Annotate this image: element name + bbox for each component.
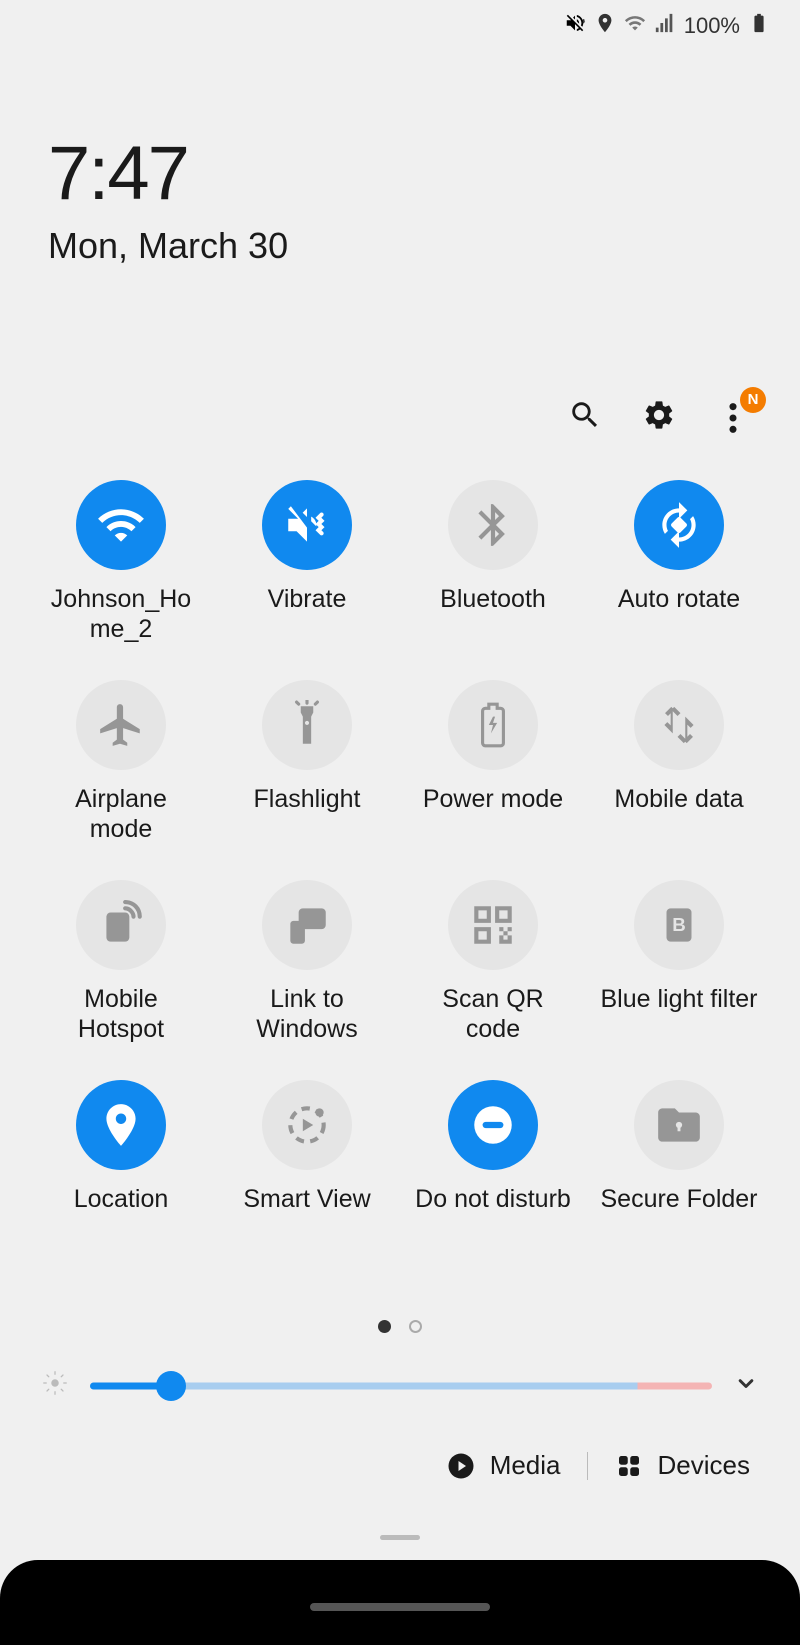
gear-icon[interactable] — [642, 398, 676, 437]
tile-bluetooth[interactable]: Bluetooth — [404, 480, 582, 644]
tile-airplane[interactable]: Airplane mode — [32, 680, 210, 844]
media-button[interactable]: Media — [446, 1450, 561, 1481]
time-date-block: 7:47 Mon, March 30 — [48, 130, 288, 267]
flashlight-icon — [262, 680, 352, 770]
location-icon — [76, 1080, 166, 1170]
wifi-icon — [76, 480, 166, 570]
brightness-icon — [40, 1368, 70, 1403]
tile-label: Auto rotate — [618, 584, 740, 614]
location-icon — [594, 12, 616, 40]
clock-time: 7:47 — [48, 130, 288, 217]
tile-label: Flashlight — [254, 784, 361, 814]
tile-vibrate[interactable]: Vibrate — [218, 480, 396, 644]
svg-text:B: B — [672, 914, 686, 935]
tile-scan-qr[interactable]: Scan QR code — [404, 880, 582, 1044]
search-icon[interactable] — [568, 398, 602, 437]
bluetooth-icon — [448, 480, 538, 570]
tile-wifi[interactable]: Johnson_Home_2 — [32, 480, 210, 644]
link-icon — [262, 880, 352, 970]
rotate-icon — [634, 480, 724, 570]
power-icon — [448, 680, 538, 770]
tile-secure-folder[interactable]: Secure Folder — [590, 1080, 768, 1214]
tile-auto-rotate[interactable]: Auto rotate — [590, 480, 768, 644]
vibrate-icon — [262, 480, 352, 570]
media-label: Media — [490, 1450, 561, 1481]
tile-label: Vibrate — [268, 584, 347, 614]
more-button[interactable]: N — [716, 401, 750, 435]
data-icon — [634, 680, 724, 770]
hotspot-icon — [76, 880, 166, 970]
devices-button[interactable]: Devices — [614, 1450, 750, 1481]
tile-smart-view[interactable]: Smart View — [218, 1080, 396, 1214]
bottom-controls: Media Devices — [0, 1450, 800, 1481]
dnd-icon — [448, 1080, 538, 1170]
divider — [587, 1452, 588, 1480]
tile-label: Do not disturb — [415, 1184, 571, 1214]
action-icons-row: N — [568, 398, 750, 437]
quick-settings-grid: Johnson_Home_2 Vibrate Bluetooth Auto ro… — [0, 480, 800, 1214]
tile-flashlight[interactable]: Flashlight — [218, 680, 396, 844]
battery-icon — [748, 12, 770, 40]
tile-dnd[interactable]: Do not disturb — [404, 1080, 582, 1214]
airplane-icon — [76, 680, 166, 770]
tile-mobile-data[interactable]: Mobile data — [590, 680, 768, 844]
tile-label: Scan QR code — [413, 984, 573, 1044]
nav-pill[interactable] — [310, 1603, 490, 1611]
bluelight-icon: B — [634, 880, 724, 970]
battery-percent: 100% — [684, 13, 740, 39]
qr-icon — [448, 880, 538, 970]
devices-icon — [614, 1451, 644, 1481]
wifi-icon — [624, 12, 646, 40]
page-indicator — [378, 1320, 422, 1333]
tile-label: Airplane mode — [41, 784, 201, 844]
tile-link-windows[interactable]: Link to Windows — [218, 880, 396, 1044]
tile-label: Mobile data — [614, 784, 743, 814]
tile-label: Smart View — [243, 1184, 370, 1214]
notification-badge: N — [740, 387, 766, 413]
tile-label: Bluetooth — [440, 584, 546, 614]
pager-dot-active — [378, 1320, 391, 1333]
chevron-down-icon[interactable] — [732, 1369, 760, 1402]
play-icon — [446, 1451, 476, 1481]
secure-icon — [634, 1080, 724, 1170]
tile-label: Location — [74, 1184, 169, 1214]
smartview-icon — [262, 1080, 352, 1170]
tile-label: Blue light filter — [600, 984, 757, 1014]
tile-label: Johnson_Home_2 — [41, 584, 201, 644]
tile-label: Power mode — [423, 784, 563, 814]
tile-power-mode[interactable]: Power mode — [404, 680, 582, 844]
clock-date: Mon, March 30 — [48, 225, 288, 267]
signal-icon — [654, 12, 676, 40]
pager-dot-inactive[interactable] — [409, 1320, 422, 1333]
brightness-slider[interactable] — [90, 1371, 712, 1401]
slider-thumb[interactable] — [156, 1371, 186, 1401]
tile-hotspot[interactable]: Mobile Hotspot — [32, 880, 210, 1044]
panel-handle[interactable] — [380, 1535, 420, 1540]
tile-location[interactable]: Location — [32, 1080, 210, 1214]
tile-blue-light[interactable]: B Blue light filter — [590, 880, 768, 1044]
tile-label: Secure Folder — [600, 1184, 757, 1214]
nav-bar — [0, 1560, 800, 1645]
tile-label: Link to Windows — [227, 984, 387, 1044]
devices-label: Devices — [658, 1450, 750, 1481]
tile-label: Mobile Hotspot — [41, 984, 201, 1044]
status-bar: 100% — [564, 12, 770, 40]
brightness-row — [40, 1368, 760, 1403]
mute-vibrate-icon — [564, 12, 586, 40]
